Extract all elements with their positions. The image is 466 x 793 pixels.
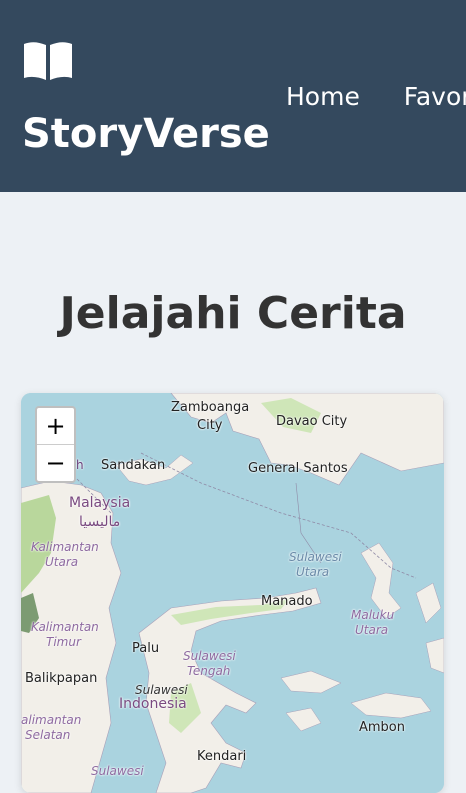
- map-label-malaysia: Malaysia: [69, 495, 131, 511]
- map-label-balikpapan: Balikpapan: [25, 671, 98, 686]
- map-label-malaysia-local: ماليسيا: [79, 514, 121, 530]
- map-label-kalimantan-selatan: alimantan: [21, 713, 82, 727]
- nav-home-link[interactable]: Home: [286, 82, 360, 111]
- map-label-sabah-fragment: h: [76, 458, 84, 472]
- map-label-general-santos: General Santos: [248, 461, 348, 476]
- map-label-sulawesi-utara: Sulawesi: [289, 550, 342, 564]
- map-label-sulawesi-bottom: Sulawesi: [91, 764, 144, 778]
- map-label-kalimantan-utara: Kalimantan: [31, 540, 99, 554]
- zoom-control: + −: [35, 406, 76, 483]
- map-label-sandakan: Sandakan: [101, 458, 166, 473]
- nav-favorites-link[interactable]: Favori: [404, 82, 466, 111]
- zoom-out-button[interactable]: −: [37, 444, 74, 481]
- map-label-davao: Davao City: [276, 414, 348, 429]
- map-label-indonesia: Indonesia: [119, 696, 187, 712]
- map-label-sulawesi-tengah: Sulawesi: [183, 649, 236, 663]
- map-label-kalimantan-timur-2: Timur: [46, 635, 81, 649]
- top-navbar: StoryVerse Home Favori: [0, 0, 466, 192]
- map-label-kalimantan-selatan-2: Selatan: [25, 728, 71, 742]
- brand-title[interactable]: StoryVerse: [22, 110, 270, 158]
- map-label-sulawesi-utara-2: Utara: [296, 565, 330, 579]
- map-label-manado: Manado: [261, 594, 313, 609]
- page-title: Jelajahi Cerita: [59, 288, 407, 339]
- map-label-zamboanga-city: City: [197, 418, 223, 433]
- main-nav: Home Favori: [286, 80, 466, 114]
- map-label-maluku-utara-2: Utara: [355, 623, 389, 637]
- open-book-icon[interactable]: [22, 40, 74, 82]
- map-label-kalimantan-utara-2: Utara: [45, 555, 79, 569]
- map-label-sulawesi: Sulawesi: [135, 683, 188, 697]
- map-label-kendari: Kendari: [197, 749, 247, 764]
- map-label-sulawesi-tengah-2: Tengah: [187, 664, 231, 678]
- map-label-zamboanga: Zamboanga: [171, 400, 250, 415]
- story-map[interactable]: + − Zamboanga City Davao City h Sandakan…: [21, 393, 444, 793]
- map-label-maluku-utara: Maluku: [351, 608, 395, 622]
- map-label-palu: Palu: [132, 641, 160, 656]
- zoom-in-button[interactable]: +: [37, 408, 74, 444]
- map-label-ambon: Ambon: [359, 720, 406, 735]
- map-label-kalimantan-timur: Kalimantan: [31, 620, 99, 634]
